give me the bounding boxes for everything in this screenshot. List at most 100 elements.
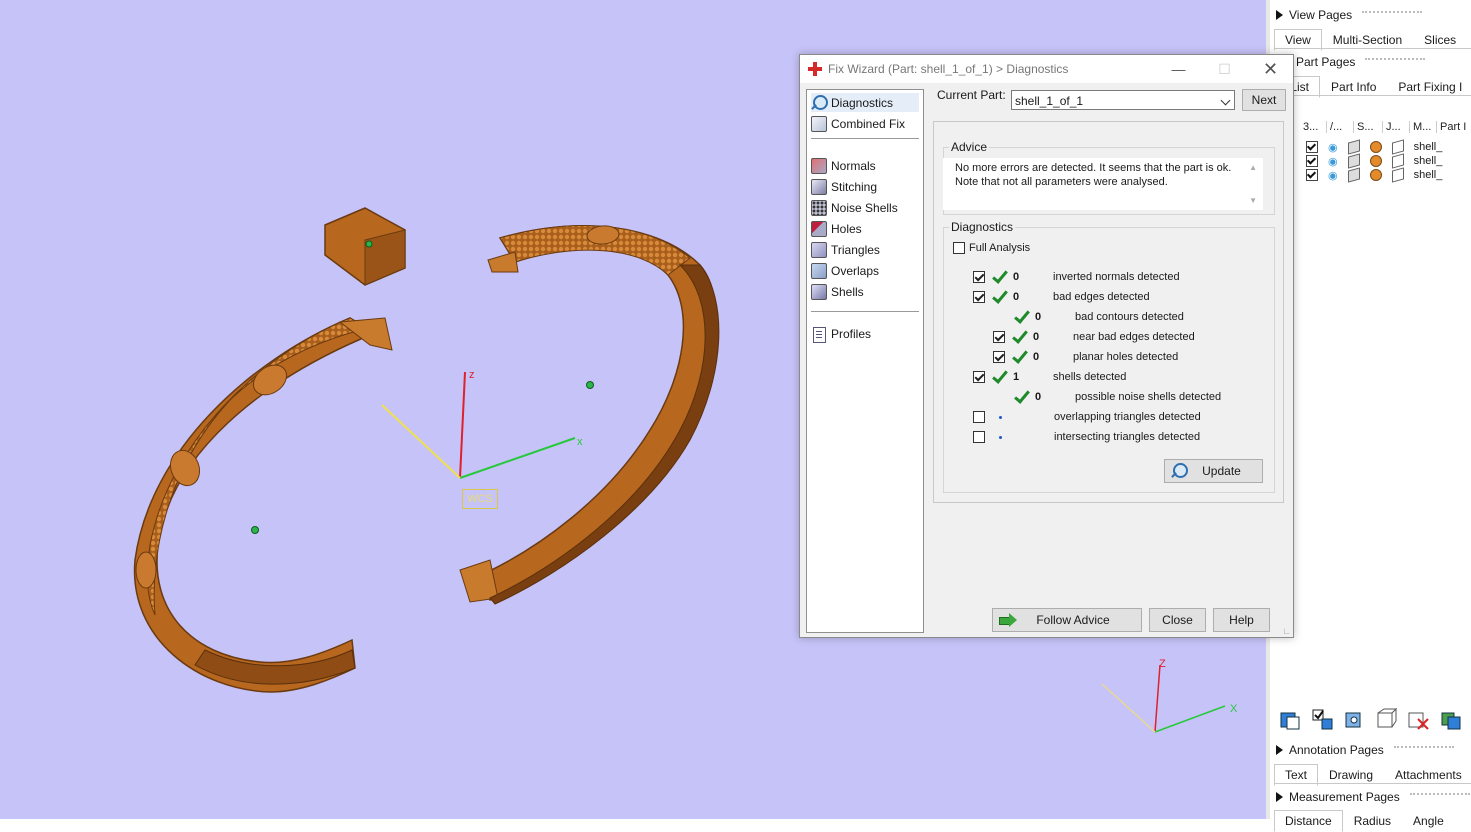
nav-overlaps[interactable]: Overlaps bbox=[811, 261, 919, 280]
measurement-pages-header[interactable]: Measurement Pages bbox=[1276, 788, 1470, 806]
check-bad-edges[interactable] bbox=[973, 291, 985, 303]
triad-z-label: Z bbox=[1159, 658, 1166, 670]
expand-arrow-icon bbox=[1276, 792, 1283, 802]
not-analysed-dot-icon bbox=[999, 415, 1002, 419]
shading-icon[interactable] bbox=[1347, 153, 1360, 169]
check-intersecting[interactable] bbox=[973, 431, 985, 443]
select-parts-icon[interactable] bbox=[1310, 707, 1334, 731]
nav-normals[interactable]: Normals bbox=[811, 156, 919, 175]
follow-advice-button[interactable]: Follow Advice bbox=[992, 608, 1142, 632]
x-axis-label: x bbox=[577, 436, 583, 448]
magnifier-icon bbox=[1171, 463, 1188, 479]
wizard-nav: Diagnostics Combined Fix Normals Stitchi… bbox=[806, 89, 924, 633]
visible-checkbox[interactable] bbox=[1306, 169, 1318, 181]
show-parts-icon[interactable] bbox=[1342, 707, 1366, 731]
overlaps-icon bbox=[811, 262, 827, 279]
view-pages-header[interactable]: View Pages bbox=[1276, 6, 1423, 24]
shading-icon[interactable] bbox=[1347, 139, 1360, 155]
annotation-pages-header[interactable]: Annotation Pages bbox=[1276, 741, 1454, 759]
nav-combined-fix[interactable]: Combined Fix bbox=[811, 114, 919, 133]
part-row[interactable]: ◉ shell_ bbox=[1306, 153, 1443, 169]
diag-row-intersecting: intersecting triangles detected bbox=[973, 428, 1200, 446]
advice-line-1: No more errors are detected. It seems th… bbox=[955, 162, 1232, 174]
scroll-down-icon[interactable]: ▼ bbox=[1249, 194, 1257, 208]
part-list-header: 3... /... S... J... M... Part I bbox=[1300, 121, 1471, 133]
measurement-tabs: Distance Radius Angle bbox=[1274, 810, 1455, 832]
ok-check-icon bbox=[1013, 389, 1029, 405]
add-part-icon[interactable] bbox=[1278, 707, 1302, 731]
close-window-button[interactable]: ✕ bbox=[1248, 55, 1293, 83]
bangle-left-half bbox=[133, 317, 393, 693]
wireframe-parts-icon[interactable] bbox=[1374, 707, 1398, 731]
shells-icon bbox=[811, 283, 827, 300]
visible-checkbox[interactable] bbox=[1306, 155, 1318, 167]
full-analysis-option[interactable]: Full Analysis bbox=[953, 239, 1030, 257]
tab-radius[interactable]: Radius bbox=[1343, 810, 1402, 832]
mesh-icon[interactable] bbox=[1391, 139, 1404, 155]
ok-check-icon bbox=[991, 289, 1007, 305]
cube-icon bbox=[811, 115, 827, 132]
shading-icon[interactable] bbox=[1347, 167, 1360, 183]
mesh-icon[interactable] bbox=[1391, 167, 1404, 183]
nav-holes[interactable]: Holes bbox=[811, 219, 919, 238]
nav-noise-shells[interactable]: Noise Shells bbox=[811, 198, 919, 217]
tab-distance[interactable]: Distance bbox=[1274, 810, 1343, 832]
hinge-piece bbox=[324, 207, 406, 286]
bangle-right-half bbox=[459, 225, 720, 605]
diagnostics-title: Diagnostics bbox=[949, 220, 1016, 234]
right-panel: View Pages View Multi-Section Slices Par… bbox=[1266, 0, 1471, 832]
nav-profiles[interactable]: Profiles bbox=[811, 324, 919, 343]
document-icon bbox=[811, 326, 827, 343]
tab-angle[interactable]: Angle bbox=[1402, 810, 1455, 832]
diag-row-inverted-normals: 0 inverted normals detected bbox=[973, 268, 1180, 286]
nav-stitching[interactable]: Stitching bbox=[811, 177, 919, 196]
part-pages-header[interactable]: Part Pages bbox=[1296, 53, 1426, 71]
z-axis-label: z bbox=[469, 369, 475, 381]
advice-title: Advice bbox=[949, 140, 990, 154]
stitching-icon bbox=[811, 178, 827, 195]
not-analysed-dot-icon bbox=[999, 435, 1002, 439]
update-button[interactable]: Update bbox=[1164, 459, 1263, 483]
next-button[interactable]: Next bbox=[1242, 89, 1286, 111]
visible-checkbox[interactable] bbox=[1306, 141, 1318, 153]
color-dot-icon[interactable] bbox=[1369, 155, 1382, 167]
merge-parts-icon[interactable] bbox=[1438, 707, 1462, 731]
eye-icon[interactable]: ◉ bbox=[1328, 141, 1338, 154]
eye-icon[interactable]: ◉ bbox=[1328, 169, 1338, 182]
resize-grip-icon[interactable]: ∟ bbox=[1282, 626, 1291, 636]
nav-diagnostics[interactable]: Diagnostics bbox=[811, 93, 919, 112]
color-dot-icon[interactable] bbox=[1369, 169, 1382, 181]
check-inverted-normals[interactable] bbox=[973, 271, 985, 283]
fix-wizard-icon bbox=[808, 62, 822, 76]
maximize-button[interactable]: ☐ bbox=[1202, 55, 1247, 83]
full-analysis-checkbox[interactable] bbox=[953, 242, 965, 254]
minimize-button[interactable]: — bbox=[1156, 55, 1201, 83]
part-name[interactable]: shell_ bbox=[1414, 155, 1443, 167]
part-row[interactable]: ◉ shell_ bbox=[1306, 167, 1443, 183]
mesh-icon[interactable] bbox=[1391, 153, 1404, 169]
nav-triangles[interactable]: Triangles bbox=[811, 240, 919, 259]
normals-icon bbox=[811, 157, 827, 174]
part-row[interactable]: ◉ shell_ bbox=[1306, 139, 1443, 155]
nav-shells[interactable]: Shells bbox=[811, 282, 919, 301]
check-shells[interactable] bbox=[973, 371, 985, 383]
dialog-titlebar[interactable]: Fix Wizard (Part: shell_1_of_1) > Diagno… bbox=[800, 55, 1293, 83]
color-dot-icon[interactable] bbox=[1369, 141, 1382, 153]
check-planar-holes[interactable] bbox=[993, 351, 1005, 363]
scroll-up-icon[interactable]: ▲ bbox=[1249, 161, 1257, 175]
current-part-select[interactable]: shell_1_of_1 bbox=[1011, 90, 1235, 110]
fix-wizard-dialog: Fix Wizard (Part: shell_1_of_1) > Diagno… bbox=[799, 54, 1294, 638]
ok-check-icon bbox=[991, 269, 1007, 285]
delete-part-icon[interactable] bbox=[1406, 707, 1430, 731]
ok-check-icon bbox=[1013, 309, 1029, 325]
part-name[interactable]: shell_ bbox=[1414, 169, 1443, 181]
holes-icon bbox=[811, 220, 827, 237]
check-overlapping[interactable] bbox=[973, 411, 985, 423]
current-part-label: Current Part: bbox=[937, 88, 1006, 102]
check-near-bad-edges[interactable] bbox=[993, 331, 1005, 343]
part-name[interactable]: shell_ bbox=[1414, 141, 1443, 153]
magnifier-icon bbox=[811, 94, 828, 111]
eye-icon[interactable]: ◉ bbox=[1328, 155, 1338, 168]
close-button[interactable]: Close bbox=[1149, 608, 1206, 632]
help-button[interactable]: Help bbox=[1213, 608, 1270, 632]
